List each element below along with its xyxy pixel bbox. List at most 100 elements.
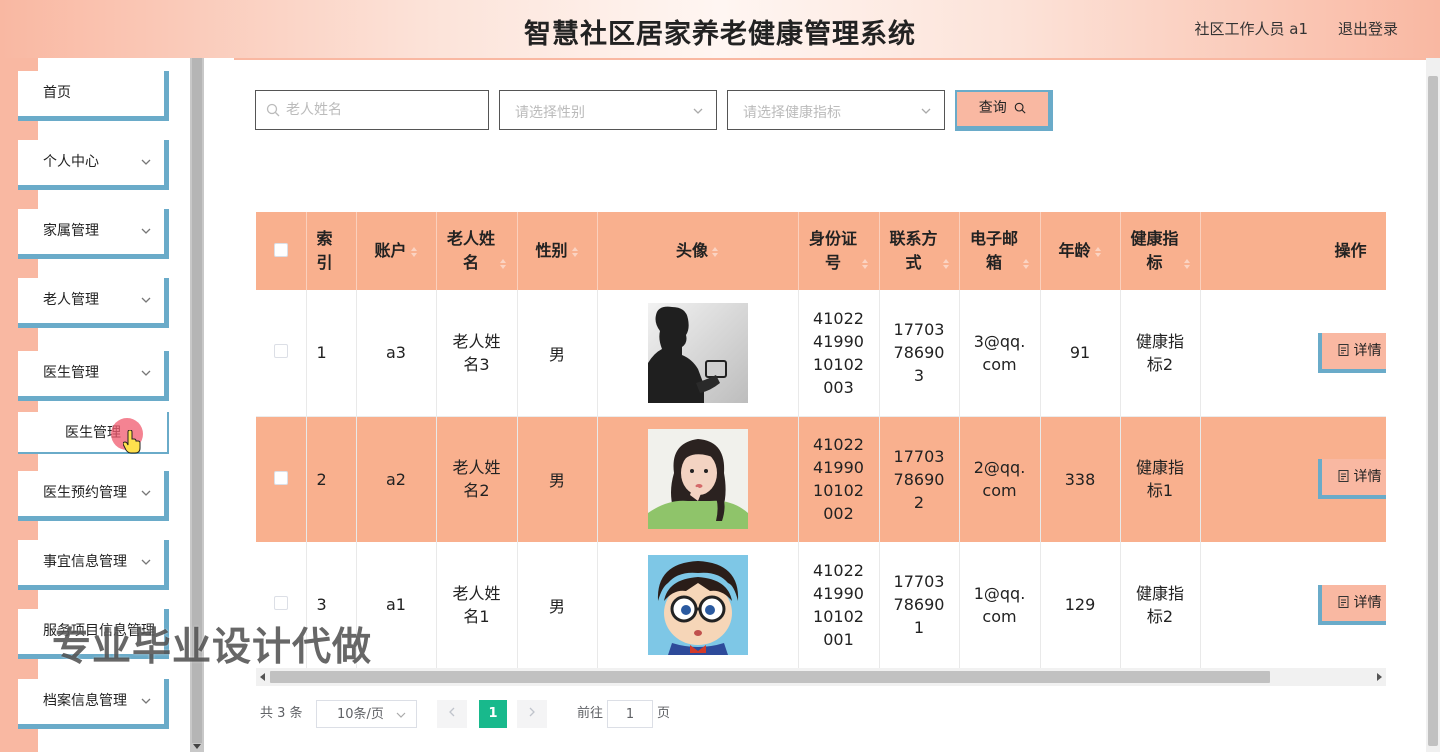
sidebar-item-affairs[interactable]: 事宜信息管理 [18,540,169,590]
search-icon [266,103,280,117]
column-header-phone[interactable]: 联系方式 [879,212,960,290]
column-header-id-card[interactable]: 身份证号 [798,212,880,290]
sort-icon [712,247,718,257]
table-horizontal-scrollbar[interactable] [256,668,1386,686]
detail-button[interactable]: 详情 [1317,584,1386,625]
next-page-button[interactable] [517,700,547,728]
sidebar-item-service-projects[interactable]: 服务项目信息管理 [18,609,169,659]
cell-phone: 17703786901 [879,542,960,668]
header-label: 电子邮箱 [969,229,1018,272]
table-row[interactable]: 1 a3 老人姓名3 男 410224199010102003 17703786… [256,290,1386,417]
document-icon [1338,595,1348,608]
sidebar-item-doctor[interactable]: 医生管理 [18,351,169,401]
page-scrollbar[interactable] [1426,58,1440,752]
query-button-label: 查询 [978,100,1007,116]
avatar-man-silhouette [647,302,748,403]
cell-text: 2@qq.com [973,458,1026,501]
cell-id-card: 410224199010102003 [798,290,880,417]
table-row[interactable]: 3 a1 老人姓名1 男 410224199010102001 17703786… [256,542,1386,668]
avatar-cartoon-boy [647,554,748,655]
column-header-account[interactable]: 账户 [356,212,437,290]
row-checkbox[interactable] [273,344,288,359]
page-number-current[interactable]: 1 [479,700,507,728]
cell-account: a2 [356,416,437,542]
cell-index: 2 [306,416,357,542]
table-row[interactable]: 2 a2 老人姓名2 男 410224199010102002 17703786… [256,416,1386,542]
header-label: 账户 [374,241,407,260]
column-header-avatar[interactable]: 头像 [597,212,799,290]
column-header-name[interactable]: 老人姓名 [436,212,518,290]
header-label: 联系方式 [889,229,938,272]
header-label: 健康指标 [1130,229,1179,272]
cell-text: 健康指标2 [1135,583,1184,626]
sidebar-item-label: 医生管理 [43,365,99,381]
goto-page-input[interactable]: 1 [607,700,653,728]
sidebar-item-label: 档案信息管理 [43,693,127,709]
sidebar-item-personal-center[interactable]: 个人中心 [18,140,169,190]
query-button[interactable]: 查询 [955,90,1053,131]
detail-button[interactable]: 详情 [1317,459,1386,500]
sidebar-scrollbar[interactable] [190,58,204,752]
sidebar-scroll-thumb[interactable] [192,58,202,743]
row-checkbox-cell [256,542,307,668]
gender-select-placeholder: 请选择性别 [515,105,585,121]
row-checkbox[interactable] [273,470,288,485]
app-header: 智慧社区居家养老健康管理系统 社区工作人员 a1 退出登录 [0,0,1440,58]
pagination-total: 共 3 条 [260,706,303,721]
cell-avatar [597,416,799,542]
detail-button[interactable]: 详情 [1317,332,1386,373]
health-indicator-select[interactable]: 请选择健康指标 [727,90,945,130]
cell-age: 91 [1040,290,1121,417]
sidebar-subitem-doctor-management[interactable]: 医生管理 [18,412,169,454]
scroll-right-arrow[interactable] [1377,673,1382,681]
sidebar-item-archives[interactable]: 档案信息管理 [18,679,169,729]
row-checkbox-cell [256,290,307,417]
chevron-down-icon [141,297,151,303]
page-size-value: 10条/页 [337,707,384,722]
chevron-down-icon [141,698,151,704]
header-label: 头像 [675,241,708,260]
column-header-email[interactable]: 电子邮箱 [959,212,1041,290]
cell-age: 129 [1040,542,1121,668]
cell-age: 338 [1040,416,1121,542]
select-all-checkbox[interactable] [273,242,288,257]
scroll-left-arrow[interactable] [260,673,265,681]
column-header-health[interactable]: 健康指标 [1120,212,1201,290]
prev-page-button[interactable] [437,700,467,728]
row-checkbox[interactable] [273,596,288,611]
column-header-index: 索引 [306,212,357,290]
sidebar-item-home[interactable]: 首页 [18,71,169,121]
gender-select[interactable]: 请选择性别 [499,90,717,130]
avatar-girl-photo [647,429,748,530]
sidebar-item-family[interactable]: 家属管理 [18,209,169,259]
cell-gender: 男 [517,542,598,668]
elderly-name-input[interactable] [286,91,481,129]
elderly-name-search [255,90,489,130]
sidebar-item-doctor-appointment[interactable]: 医生预约管理 [18,471,169,521]
logout-link[interactable]: 退出登录 [1338,18,1398,39]
sidebar-item-elderly[interactable]: 老人管理 [18,278,169,328]
detail-button-label: 详情 [1353,342,1382,359]
cell-text: 3@qq.com [973,331,1026,374]
goto-label: 前往 [577,706,604,721]
cell-avatar [597,290,799,417]
cell-text: 17703786903 [893,320,945,386]
sort-icon [410,247,417,257]
cell-health: 健康指标2 [1120,542,1201,668]
cell-actions: 详情 [1200,416,1386,542]
page-scroll-thumb[interactable] [1428,76,1438,746]
scroll-down-arrow[interactable] [193,744,201,749]
cell-email: 3@qq.com [959,290,1041,417]
cell-phone: 17703786902 [879,416,960,542]
column-header-age[interactable]: 年龄 [1040,212,1121,290]
header-label: 索引 [316,229,333,272]
page-size-select[interactable]: 10条/页 [316,700,417,728]
column-header-gender[interactable]: 性别 [517,212,598,290]
cell-gender: 男 [517,416,598,542]
table-scroll-thumb[interactable] [270,671,1270,683]
cell-account: a1 [356,542,437,668]
sort-icon [1183,259,1190,269]
chevron-down-icon [141,228,151,234]
cell-name: 老人姓名3 [436,290,518,417]
search-icon [1014,102,1026,114]
